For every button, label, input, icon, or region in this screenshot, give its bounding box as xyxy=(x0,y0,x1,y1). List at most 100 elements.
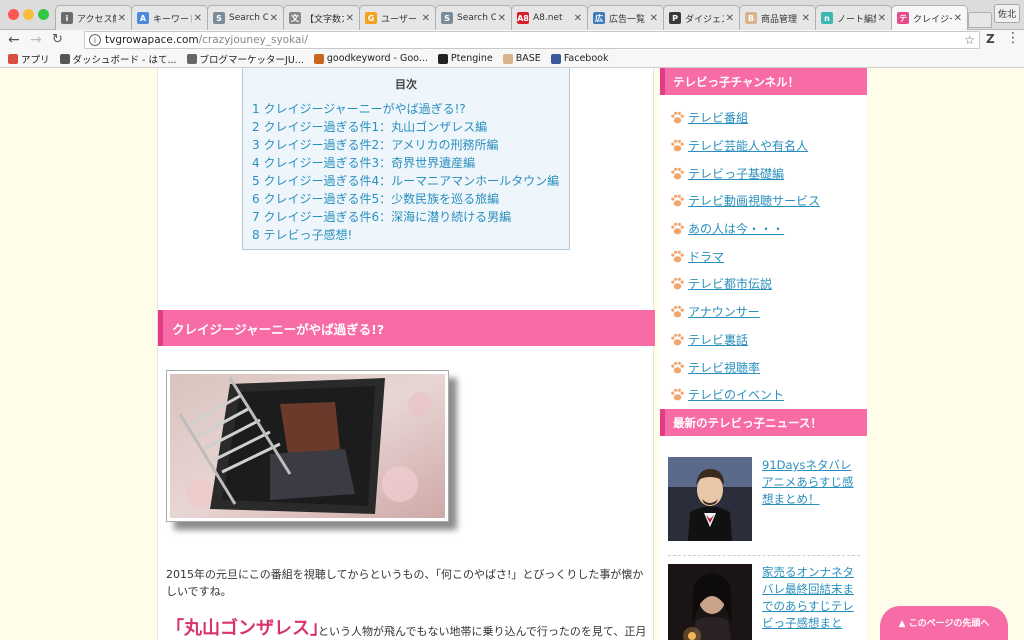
tab-title: A8.net xyxy=(533,13,563,23)
bookmark-item[interactable]: ダッシュボード - はて... xyxy=(59,52,177,66)
bookmark-item[interactable]: goodkeyword - Goo... xyxy=(313,53,428,64)
highlight-name: 「丸山ゴンザレス」 xyxy=(166,618,328,639)
forward-arrow-icon[interactable]: → xyxy=(30,32,42,48)
browser-tab[interactable]: S Search Console✕ xyxy=(435,5,512,30)
tab-close-icon[interactable]: ✕ xyxy=(194,13,202,24)
sidebar-category-label: テレビのイベント xyxy=(688,388,785,403)
bookmark-label: Facebook xyxy=(563,53,609,64)
sidebar-category-link[interactable]: テレビのイベント xyxy=(670,381,820,409)
browser-tab[interactable]: S Search Console✕ xyxy=(207,5,284,30)
paw-icon xyxy=(671,222,684,235)
browser-tab[interactable]: 文【文字数カウント】✕ xyxy=(283,5,360,30)
article-paragraph-2: という人物が飛んでもない地帯に乗り込んで行ったのを見て、正月 xyxy=(318,625,647,638)
tab-close-icon[interactable]: ✕ xyxy=(726,13,734,24)
tab-title: ダイジェスト xyxy=(685,14,724,25)
browser-tab[interactable]: A8 A8.net ✕ xyxy=(511,5,588,30)
extension-z-icon[interactable]: Z xyxy=(986,32,995,46)
menu-dots-icon[interactable]: ⋮ xyxy=(1006,30,1020,46)
tab-close-icon[interactable]: ✕ xyxy=(498,13,506,24)
sidebar-heading-channel: テレビっ子チャンネル！ xyxy=(660,68,867,95)
news-title[interactable]: 91Daysネタバレアニメあらすじ感想まとめ！ xyxy=(762,457,860,508)
browser-tab[interactable]: 広広告一覧 ✕ xyxy=(587,5,664,30)
tab-title: Search Console xyxy=(457,13,496,23)
bookmark-item[interactable]: Ptengine xyxy=(437,53,493,64)
paw-icon xyxy=(671,333,684,346)
bookmark-item[interactable]: Facebook xyxy=(550,53,609,64)
browser-tab[interactable]: G ユーザー ✕ xyxy=(359,5,436,30)
sidebar-category-link[interactable]: テレビ裏話 xyxy=(670,326,820,354)
minimize-window-button[interactable] xyxy=(23,9,34,20)
reload-icon[interactable]: ↻ xyxy=(52,32,63,48)
sidebar-category-label: テレビ視聴率 xyxy=(688,360,761,375)
paw-icon xyxy=(671,139,684,152)
paw-icon xyxy=(671,112,684,124)
url-host: tvgrowapace.com xyxy=(105,34,199,46)
table-of-contents: 目次 1 クレイジージャーニーがやば過ぎる!? 2 クレイジー過ぎる件1：丸山ゴン… xyxy=(242,68,570,250)
sidebar-category-link[interactable]: テレビ動画視聴サービス xyxy=(670,187,820,215)
sidebar-category-link[interactable]: テレビ番組 xyxy=(670,104,820,132)
info-icon[interactable]: i xyxy=(89,34,101,46)
news-thumbnail-drama[interactable] xyxy=(668,564,752,640)
back-to-top-button[interactable]: ▲ このページの先頭へ xyxy=(880,606,1008,640)
section-heading: クレイジージャーニーがやば過ぎる!? xyxy=(158,310,655,346)
tab-favicon-icon: テ xyxy=(897,12,909,24)
toc-link[interactable]: 7 クレイジー過ぎる件6：深海に潜り続ける男編 xyxy=(252,208,559,226)
tab-favicon-icon: P xyxy=(669,12,681,24)
tab-favicon-icon: n xyxy=(821,12,833,24)
category-list: テレビ番組テレビ芸能人や有名人テレビっ子基礎編テレビ動画視聴サービスあの人は今・… xyxy=(670,104,820,409)
sidebar-category-link[interactable]: あの人は今・・・ xyxy=(670,215,820,243)
news-thumbnail-anime[interactable] xyxy=(668,457,752,541)
tab-title: Search Console xyxy=(229,13,268,23)
address-bar[interactable]: i tvgrowapace.com/crazyjouney_syokai/ ☆ xyxy=(84,31,980,49)
bookmark-star-icon[interactable]: ☆ xyxy=(964,33,975,47)
toc-link[interactable]: 4 クレイジー過ぎる件3：奇界世界遺産編 xyxy=(252,154,559,172)
toc-link[interactable]: 6 クレイジー過ぎる件5：少数民族を巡る旅編 xyxy=(252,190,559,208)
tab-close-icon[interactable]: ✕ xyxy=(270,13,278,24)
close-window-button[interactable] xyxy=(8,9,19,20)
sidebar-category-link[interactable]: テレビっ子基礎編 xyxy=(670,159,820,187)
browser-tab[interactable]: A キーワードプランナー✕ xyxy=(131,5,208,30)
tab-title: ユーザー xyxy=(381,14,417,25)
browser-tab[interactable]: i アクセス解析✕ xyxy=(55,5,132,30)
tab-title: クレイジー xyxy=(913,14,952,25)
toc-link[interactable]: 1 クレイジージャーニーがやば過ぎる!? xyxy=(252,100,559,118)
tab-close-icon[interactable]: ✕ xyxy=(346,13,354,24)
article-paragraph: 2015年の元旦にこの番組を視聴してからというもの、「何このやばさ!」とびっくり… xyxy=(166,568,644,598)
browser-tab[interactable]: テクレイジー✕ xyxy=(891,5,968,30)
toc-link[interactable]: 3 クレイジー過ぎる件2：アメリカの刑務所編 xyxy=(252,136,559,154)
bookmark-label: ブログマーケッターJU... xyxy=(199,54,304,66)
toc-link[interactable]: 8 テレビっ子感想! xyxy=(252,226,559,244)
back-arrow-icon[interactable]: ← xyxy=(8,32,20,48)
toc-link[interactable]: 2 クレイジー過ぎる件1：丸山ゴンザレス編 xyxy=(252,118,559,136)
bookmark-item[interactable]: BASE xyxy=(502,53,541,64)
sidebar-category-label: ドラマ xyxy=(688,249,725,264)
browser-tab[interactable]: B 商品管理 ✕ xyxy=(739,5,816,30)
sidebar-category-link[interactable]: テレビ視聴率 xyxy=(670,353,820,381)
tab-title: キーワードプランナー xyxy=(153,14,192,25)
browser-tab[interactable]: n ノート編集✕ xyxy=(815,5,892,30)
toc-link[interactable]: 5 クレイジー過ぎる件4：ルーマニアマンホールタウン編 xyxy=(252,172,559,190)
bookmark-item[interactable]: ブログマーケッターJU... xyxy=(186,52,304,66)
bookmark-label: アプリ xyxy=(21,54,50,66)
tab-close-icon[interactable]: ✕ xyxy=(574,13,582,24)
new-tab-button[interactable] xyxy=(968,12,992,28)
sidebar-category-label: テレビ芸能人や有名人 xyxy=(688,139,809,154)
sidebar-category-link[interactable]: ドラマ xyxy=(670,242,820,270)
bookmark-favicon-icon xyxy=(502,53,513,64)
tab-close-icon[interactable]: ✕ xyxy=(954,13,962,24)
tab-close-icon[interactable]: ✕ xyxy=(802,13,810,24)
tab-close-icon[interactable]: ✕ xyxy=(118,13,126,24)
browser-tab[interactable]: P ダイジェスト✕ xyxy=(663,5,740,30)
profile-button[interactable]: 佐北 xyxy=(994,4,1020,23)
tab-close-icon[interactable]: ✕ xyxy=(422,13,430,24)
sidebar-category-link[interactable]: アナウンサー xyxy=(670,298,820,326)
bookmark-item[interactable]: アプリ xyxy=(8,52,50,66)
zoom-window-button[interactable] xyxy=(38,9,49,20)
tab-close-icon[interactable]: ✕ xyxy=(650,13,658,24)
sidebar-category-label: テレビ動画視聴サービス xyxy=(688,194,821,209)
tab-close-icon[interactable]: ✕ xyxy=(878,13,886,24)
sidebar-category-link[interactable]: テレビ芸能人や有名人 xyxy=(670,132,820,160)
paw-icon xyxy=(671,305,684,318)
sidebar-category-link[interactable]: テレビ都市伝説 xyxy=(670,270,820,298)
news-title[interactable]: 家売るオンナネタバレ最終回結末までのあらすじテレビっ子感想まと xyxy=(762,564,860,632)
